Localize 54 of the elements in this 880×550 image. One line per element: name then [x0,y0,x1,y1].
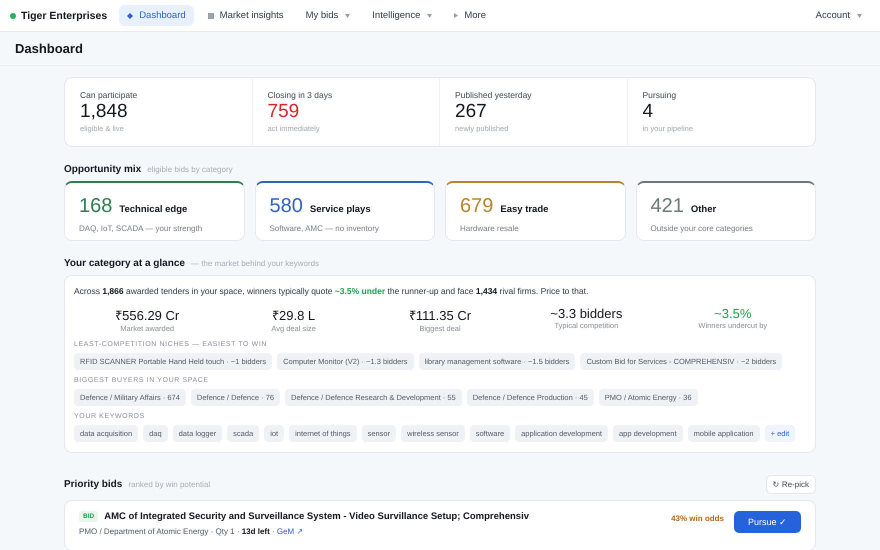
square-icon [208,12,214,18]
metric-value: ₹29.8 L [272,307,316,324]
account-menu[interactable]: Account [808,5,870,26]
category-count: 421 [650,195,684,218]
metric-value: ₹111.35 Cr [408,307,472,324]
stat-label: Closing in 3 days [268,90,334,100]
status-dot [10,12,16,18]
nav-tab[interactable]: More [446,5,494,26]
category-note: Outside your core categories [650,224,754,233]
nav-tab[interactable]: Dashboard [119,5,194,26]
category-name: Service plays [310,204,371,215]
pursue-button[interactable]: Pursue ✓ [734,511,801,533]
stat-label: Pursuing [642,90,678,100]
category-note: Software, AMC — no inventory [270,224,380,233]
summary-text: Across 1,866 awarded tenders in your space, winners typically quote ~3.5% under the runner-up and face 1,434 rival firms. Price to that. [74,286,590,296]
page-title: Dashboard [0,32,880,66]
source-link[interactable]: GeM ↗ [276,527,304,536]
section-title: Your category at a glance [64,258,185,269]
bid-title: AMC of Integrated Security and Surveillance System - Video Survillance Setup; Comprehensiv [104,511,530,522]
nav-tab[interactable]: Intelligence [364,5,440,26]
category-card[interactable]: 168 Technical edge DAQ, IoT, SCADA — your strength [64,181,244,241]
category-name: Other [690,204,716,215]
win-odds: 43% win odds [671,514,724,523]
category-note: Hardware resale [460,224,520,233]
category-name: Technical edge [119,204,188,215]
section-subtitle: eligible bids by category [147,165,233,174]
stat-value: 759 [268,101,300,123]
brand-name: Tiger Enterprises [21,10,108,22]
category-note: DAQ, IoT, SCADA — your strength [79,224,204,233]
triangle-icon [454,13,458,18]
category-count: 679 [460,195,494,218]
category-count: 168 [79,195,112,218]
stat-label: Can participate [80,90,138,100]
repick-button[interactable]: ↻ Re-pick [766,475,816,494]
category-card[interactable]: 580 Service plays Software, AMC — no inventory [254,181,435,241]
metric-value: ~3.5% [714,306,752,321]
metric-value: ₹556.29 Cr [115,307,180,324]
bid-meta: PMO / Department of Atomic Energy · Qty 1 · 13d left · GeM ↗ [79,527,304,536]
nav-tab[interactable]: My bids [298,5,358,26]
category-count: 580 [270,195,303,218]
section-title: Opportunity mix [64,164,142,175]
stat-value: 4 [642,101,654,123]
category-card[interactable]: 679 Easy trade Hardware resale [445,181,626,241]
stat-label: Published yesterday [455,90,533,100]
category-name: Easy trade [500,204,548,215]
stat-value: 267 [455,101,488,123]
stat-value: 1,848 [80,101,129,123]
nav-tab[interactable]: Market insights [200,5,292,26]
category-card[interactable]: 421 Other Outside your core categories [636,181,816,241]
section-subtitle: ranked by win potential [128,480,210,489]
section-subtitle: — the market behind your keywords [190,259,320,268]
metric-value: ~3.3 bidders [550,306,622,321]
section-title: Priority bids [64,479,122,490]
diamond-icon [127,12,134,18]
